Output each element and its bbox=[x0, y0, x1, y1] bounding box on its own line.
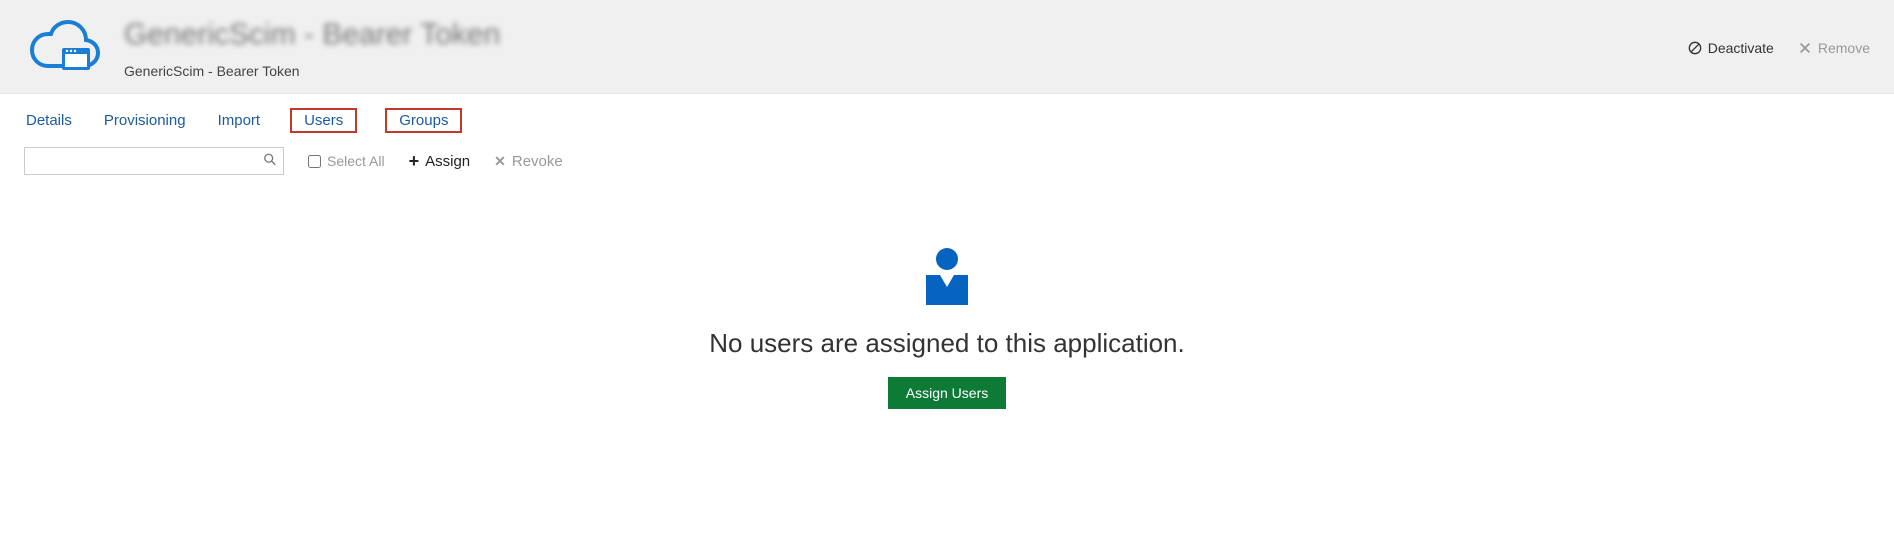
select-all-checkbox[interactable]: Select All bbox=[308, 153, 385, 169]
search-wrap bbox=[24, 147, 284, 175]
deactivate-button[interactable]: Deactivate bbox=[1688, 40, 1774, 56]
assign-users-button[interactable]: Assign Users bbox=[888, 377, 1006, 409]
x-icon bbox=[1798, 41, 1812, 55]
tab-groups[interactable]: Groups bbox=[385, 108, 462, 133]
header-left: GenericScim - Bearer Token GenericScim -… bbox=[24, 18, 500, 83]
empty-message: No users are assigned to this applicatio… bbox=[709, 328, 1185, 359]
x-icon: ✕ bbox=[494, 153, 506, 170]
revoke-label: Revoke bbox=[512, 153, 563, 170]
select-all-label: Select All bbox=[327, 153, 385, 169]
remove-button[interactable]: Remove bbox=[1798, 40, 1870, 56]
title-group: GenericScim - Bearer Token GenericScim -… bbox=[124, 18, 500, 79]
empty-state: No users are assigned to this applicatio… bbox=[0, 187, 1894, 439]
plus-icon: + bbox=[409, 152, 420, 170]
tab-details[interactable]: Details bbox=[24, 108, 74, 133]
cloud-app-icon bbox=[24, 18, 106, 83]
assign-button[interactable]: + Assign bbox=[409, 152, 471, 170]
user-icon bbox=[920, 247, 974, 310]
tab-provisioning[interactable]: Provisioning bbox=[102, 108, 188, 133]
select-all-input[interactable] bbox=[308, 155, 321, 168]
search-icon[interactable] bbox=[263, 153, 277, 170]
revoke-button[interactable]: ✕ Revoke bbox=[494, 153, 563, 170]
tab-bar: Details Provisioning Import Users Groups bbox=[0, 94, 1894, 141]
header-actions: Deactivate Remove bbox=[1688, 40, 1870, 56]
toolbar: Select All + Assign ✕ Revoke bbox=[0, 141, 1894, 187]
ban-icon bbox=[1688, 41, 1702, 55]
remove-label: Remove bbox=[1818, 40, 1870, 56]
tab-users[interactable]: Users bbox=[290, 108, 357, 133]
tab-import[interactable]: Import bbox=[216, 108, 263, 133]
search-input[interactable] bbox=[25, 150, 283, 173]
page-header: GenericScim - Bearer Token GenericScim -… bbox=[0, 0, 1894, 94]
deactivate-label: Deactivate bbox=[1708, 40, 1774, 56]
page-title: GenericScim - Bearer Token bbox=[124, 18, 500, 51]
assign-label: Assign bbox=[425, 153, 470, 170]
page-subtitle: GenericScim - Bearer Token bbox=[124, 63, 500, 79]
